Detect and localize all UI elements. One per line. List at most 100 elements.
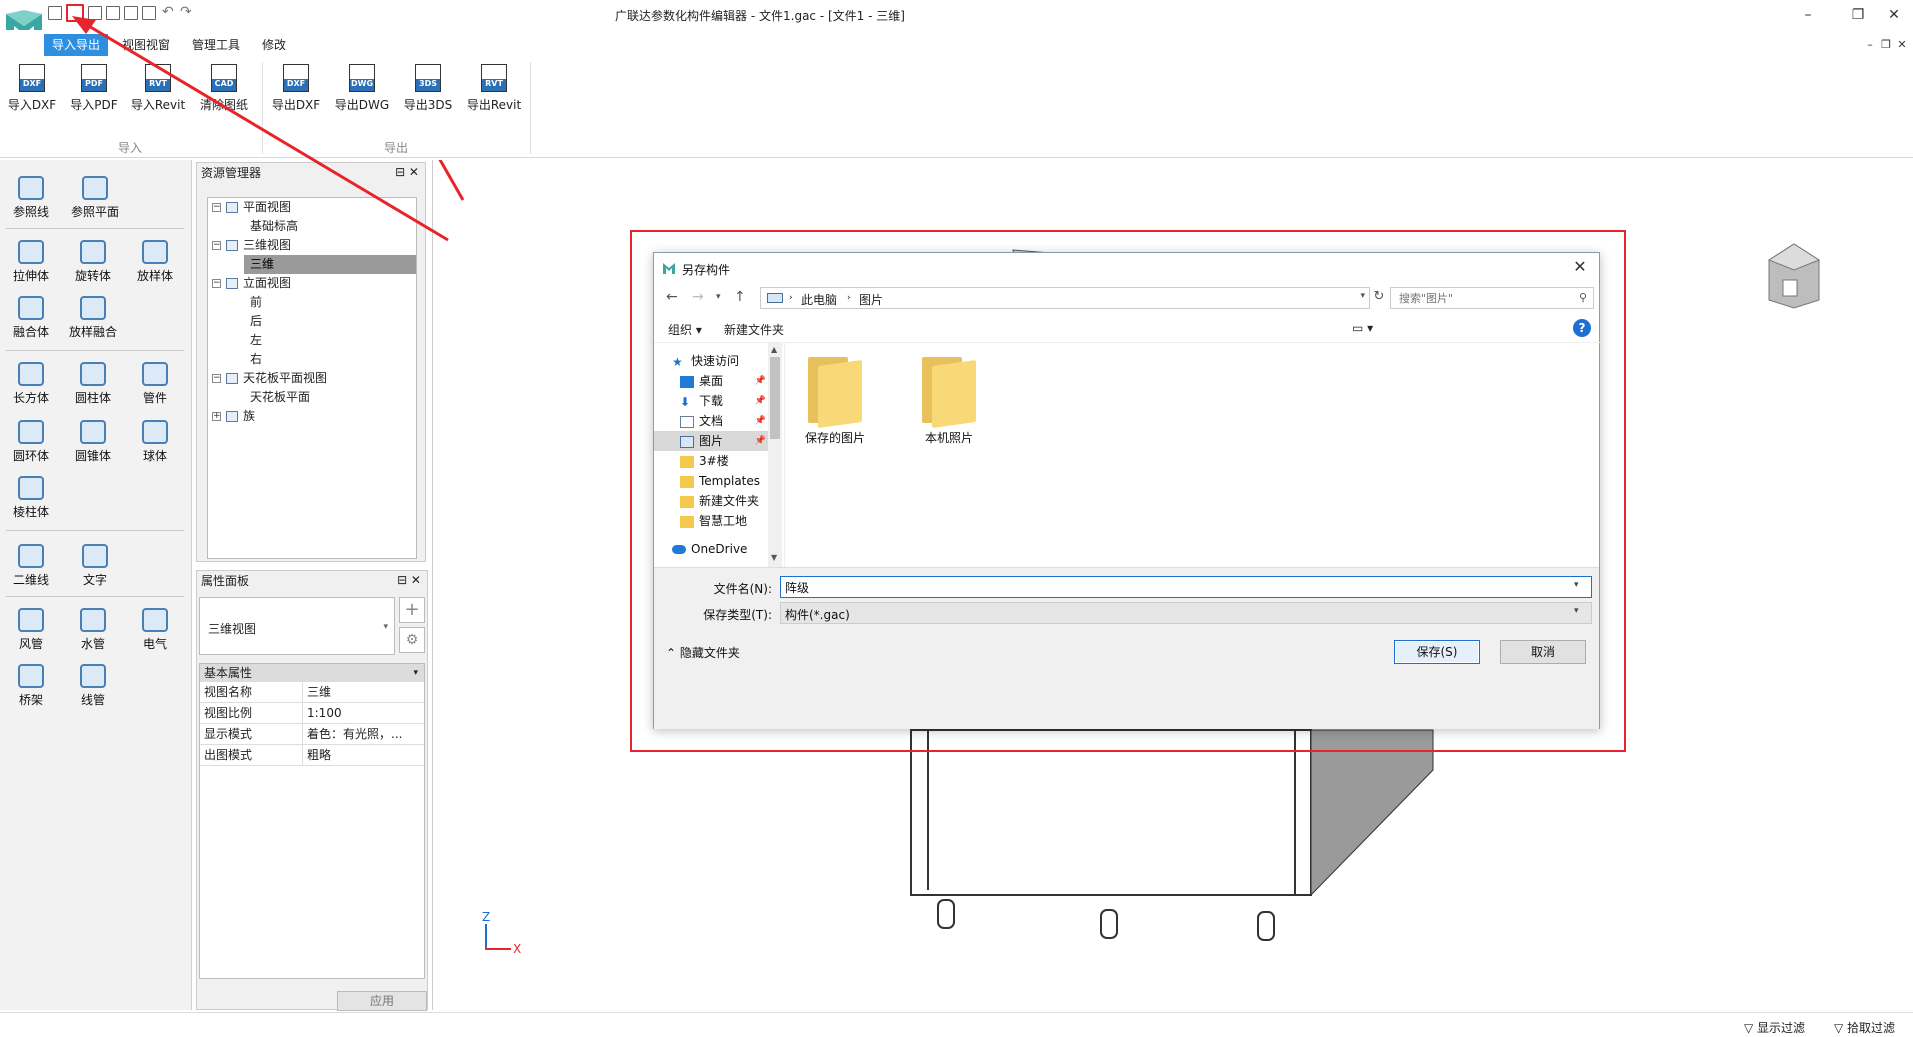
search-input[interactable]: [1391, 288, 1571, 308]
nav-item-documents[interactable]: 文档 📌: [654, 411, 768, 431]
property-row[interactable]: 视图比例 1:100: [200, 703, 424, 724]
breadcrumb-this-pc[interactable]: 此电脑: [801, 291, 837, 308]
revolve-tool[interactable]: 旋转体: [62, 234, 124, 290]
nav-scrollbar[interactable]: ▲ ▼: [768, 343, 782, 567]
address-bar[interactable]: › 此电脑 › 图片 ▾: [760, 287, 1370, 309]
nav-item-pictures[interactable]: 图片 📌: [654, 431, 768, 451]
tree-node-ceiling-plan[interactable]: 天花板平面: [208, 388, 416, 407]
export-dwg-button[interactable]: DWG 导出DWG: [330, 62, 394, 116]
pipe-fitting-tool[interactable]: 管件: [124, 356, 186, 412]
duct-tool[interactable]: 风管: [0, 602, 62, 658]
tab-import-export[interactable]: 导入导出: [44, 34, 109, 56]
tree-node-front[interactable]: 前: [208, 293, 416, 312]
electrical-tool[interactable]: 电气: [124, 602, 186, 658]
extrude-tool[interactable]: 拉伸体: [0, 234, 62, 290]
pick-filter-button[interactable]: ▽ 拾取过滤: [1834, 1019, 1895, 1036]
hide-folders-toggle[interactable]: ⌃ 隐藏文件夹: [666, 644, 740, 661]
nav-item-templates[interactable]: Templates: [654, 471, 768, 491]
show-filter-button[interactable]: ▽ 显示过滤: [1744, 1019, 1805, 1036]
tree-node-ceiling-plan-views[interactable]: − 天花板平面视图: [208, 369, 416, 388]
property-row[interactable]: 显示模式 着色：有光照，...: [200, 724, 424, 745]
folder-saved-pictures[interactable]: 保存的图片: [791, 351, 879, 447]
sweep-tool[interactable]: 放样体: [124, 234, 186, 290]
cancel-button[interactable]: 取消: [1500, 640, 1586, 664]
property-row[interactable]: 出图模式 粗略: [200, 745, 424, 766]
import-revit-button[interactable]: RVT 导入Revit: [126, 62, 190, 116]
tree-node-left[interactable]: 左: [208, 331, 416, 350]
filename-input[interactable]: [780, 576, 1592, 598]
ribbon-close-button[interactable]: ✕: [1884, 34, 1913, 56]
property-group-header[interactable]: 基本属性 ▾: [200, 664, 424, 682]
tree-node-3d[interactable]: 三维: [244, 255, 416, 274]
export-3ds-button[interactable]: 3DS 导出3DS: [396, 62, 460, 116]
conduit-tool[interactable]: 线管: [62, 658, 124, 714]
reference-line-tool[interactable]: 参照线: [0, 170, 62, 226]
property-row[interactable]: 视图名称 三维: [200, 682, 424, 703]
chevron-down-icon[interactable]: ▾: [1574, 606, 1579, 616]
view-options-icon[interactable]: ▭ ▾: [1352, 321, 1373, 335]
breadcrumb-pictures[interactable]: 图片: [859, 291, 883, 308]
search-box[interactable]: ⚲: [1390, 287, 1594, 309]
cable-tray-tool[interactable]: 桥架: [0, 658, 62, 714]
recent-dropdown-icon[interactable]: ▾: [716, 292, 721, 302]
view-type-select[interactable]: 三维视图 ▾: [199, 597, 395, 655]
tab-manage-tools[interactable]: 管理工具: [184, 34, 248, 56]
folder-camera-roll[interactable]: 本机照片: [905, 351, 993, 447]
up-arrow-icon[interactable]: ↑: [734, 289, 746, 305]
organize-button[interactable]: 组织 ▾: [668, 321, 702, 338]
nav-item-smart-site[interactable]: 智慧工地: [654, 511, 768, 531]
filetype-select[interactable]: 构件(*.gac): [780, 602, 1592, 624]
tab-view-window[interactable]: 视图视窗: [114, 34, 178, 56]
nav-item-downloads[interactable]: ⬇ 下载 📌: [654, 391, 768, 411]
scroll-up-icon[interactable]: ▲: [771, 345, 777, 354]
view-cube-icon[interactable]: [1759, 234, 1829, 310]
torus-tool[interactable]: 圆环体: [0, 414, 62, 470]
cylinder-tool[interactable]: 圆柱体: [62, 356, 124, 412]
water-pipe-tool[interactable]: 水管: [62, 602, 124, 658]
tree-node-3d-views[interactable]: − 三维视图: [208, 236, 416, 255]
help-icon[interactable]: ?: [1573, 319, 1591, 337]
back-arrow-icon[interactable]: ←: [666, 289, 678, 305]
2d-line-tool[interactable]: 二维线: [0, 538, 62, 594]
pin-icon[interactable]: 📌: [755, 431, 766, 451]
panel-pin-close-icon[interactable]: ⊟ ✕: [397, 573, 421, 587]
tree-node-plan-views[interactable]: − 平面视图: [208, 198, 416, 217]
sweep-blend-tool[interactable]: 放样融合: [62, 290, 124, 346]
chevron-down-icon[interactable]: ▾: [1360, 291, 1365, 301]
panel-pin-close-icon[interactable]: ⊟ ✕: [395, 165, 419, 179]
refresh-icon[interactable]: ↻: [1372, 287, 1386, 309]
apply-button[interactable]: 应用: [337, 991, 427, 1011]
nav-item-folder-3[interactable]: 3#楼: [654, 451, 768, 471]
gear-icon[interactable]: ⚙: [399, 627, 425, 653]
pin-icon[interactable]: 📌: [755, 371, 766, 391]
nav-item-desktop[interactable]: 桌面 📌: [654, 371, 768, 391]
nav-item-quick-access[interactable]: ★ 快速访问: [654, 351, 768, 371]
cone-tool[interactable]: 圆锥体: [62, 414, 124, 470]
clear-drawing-button[interactable]: CAD 清除图纸: [192, 62, 256, 116]
text-tool[interactable]: 文字: [64, 538, 126, 594]
prism-tool[interactable]: 棱柱体: [0, 470, 62, 526]
add-icon[interactable]: +: [399, 597, 425, 623]
dialog-close-button[interactable]: ✕: [1567, 255, 1593, 279]
pin-icon[interactable]: 📌: [755, 391, 766, 411]
forward-arrow-icon[interactable]: →: [692, 289, 704, 305]
reference-plane-tool[interactable]: 参照平面: [64, 170, 126, 226]
import-pdf-button[interactable]: PDF 导入PDF: [62, 62, 126, 116]
save-button[interactable]: 保存(S): [1394, 640, 1480, 664]
new-folder-button[interactable]: 新建文件夹: [724, 321, 784, 338]
blend-tool[interactable]: 融合体: [0, 290, 62, 346]
import-dxf-button[interactable]: DXF 导入DXF: [0, 62, 64, 116]
restore-button[interactable]: ❐: [1840, 4, 1876, 26]
scroll-down-icon[interactable]: ▼: [771, 553, 777, 562]
scroll-thumb[interactable]: [770, 357, 780, 439]
close-button[interactable]: ✕: [1876, 4, 1912, 26]
tree-node-back[interactable]: 后: [208, 312, 416, 331]
export-dxf-button[interactable]: DXF 导出DXF: [264, 62, 328, 116]
tab-modify[interactable]: 修改: [254, 34, 294, 56]
export-revit-button[interactable]: RVT 导出Revit: [462, 62, 526, 116]
nav-item-onedrive[interactable]: OneDrive: [654, 539, 768, 559]
tree-node-families[interactable]: + 族: [208, 407, 416, 426]
sphere-tool[interactable]: 球体: [124, 414, 186, 470]
tree-node-base-level[interactable]: 基础标高: [208, 217, 416, 236]
pin-icon[interactable]: 📌: [755, 411, 766, 431]
